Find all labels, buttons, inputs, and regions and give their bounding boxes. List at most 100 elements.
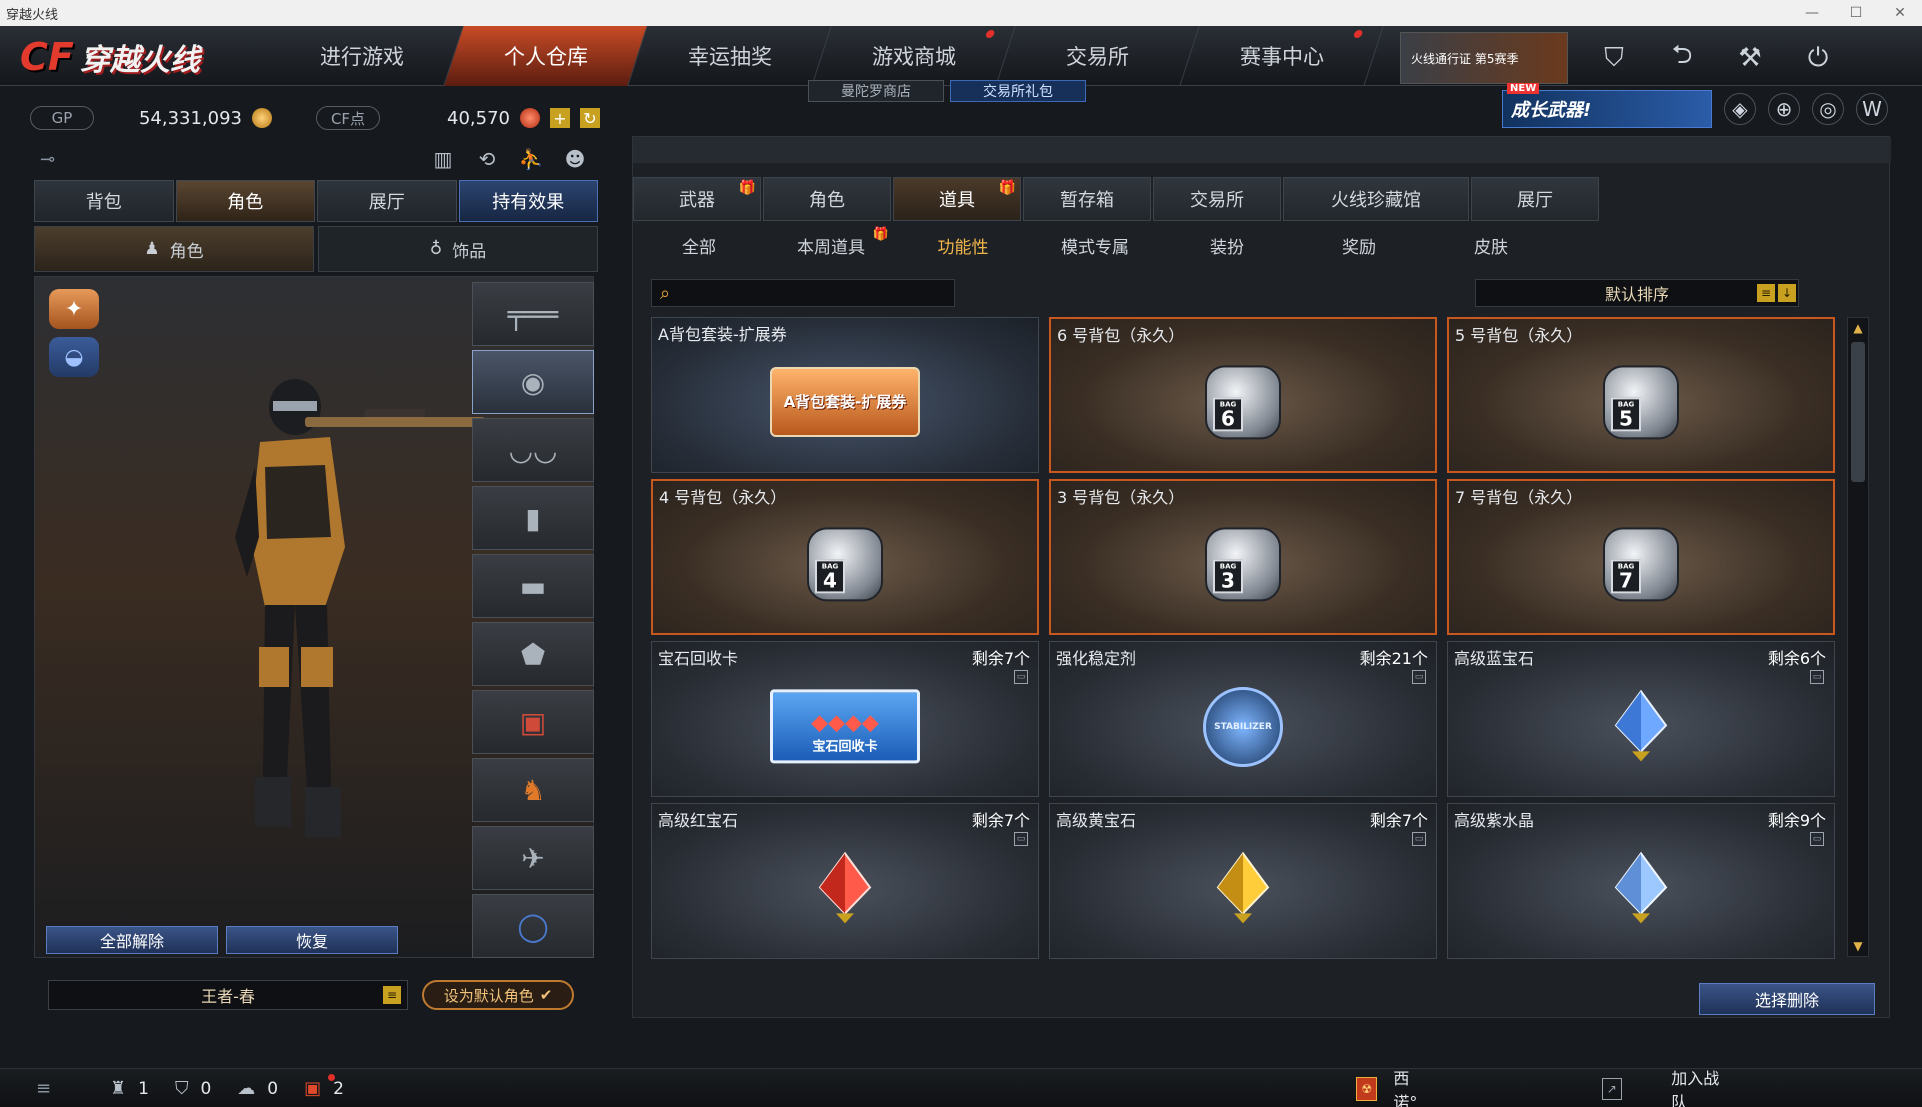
item-card[interactable]: 高级蓝宝石 剩余6个 ▭ xyxy=(1447,641,1835,797)
tab-items[interactable]: 道具 🎁 xyxy=(893,177,1021,221)
item-card[interactable]: 3 号背包（永久） BAG 3 xyxy=(1049,479,1437,635)
menu-icon[interactable]: ≡ xyxy=(36,1078,51,1099)
fox-badge-icon[interactable]: ✦ xyxy=(49,289,99,329)
vip-icon[interactable]: ◈ xyxy=(1724,93,1756,125)
item-card[interactable]: 高级红宝石 剩余7个 ▭ xyxy=(651,803,1039,959)
subtab-all[interactable]: 全部 xyxy=(633,227,765,263)
search-input[interactable]: ⌕ xyxy=(651,279,955,307)
search-icon: ⌕ xyxy=(660,282,671,304)
slot-vest[interactable]: ▬ xyxy=(472,554,594,618)
subnav-mandala-shop[interactable]: 曼陀罗商店 xyxy=(808,80,944,102)
item-card[interactable]: 高级黄宝石 剩余7个 ▭ xyxy=(1049,803,1437,959)
subtab-character[interactable]: ♟ 角色 xyxy=(34,226,314,272)
tab-showroom[interactable]: 展厅 xyxy=(317,180,457,222)
tab-character[interactable]: 角色 xyxy=(175,180,315,222)
set-default-button[interactable]: 设为默认角色 ✔ xyxy=(422,980,574,1010)
pose-icon[interactable]: ⛹ xyxy=(516,144,546,174)
minimize-icon[interactable]: — xyxy=(1790,0,1834,26)
subnav-exchange-pack[interactable]: 交易所礼包 xyxy=(950,80,1086,102)
emote-icon[interactable]: ☻ xyxy=(560,144,590,174)
slot-spray[interactable]: ✈ xyxy=(472,826,594,890)
gift-stat[interactable]: ▣ 2 xyxy=(304,1074,344,1099)
list-icon[interactable]: ≡ xyxy=(1757,284,1775,302)
nav-events[interactable]: 赛事中心 xyxy=(1180,26,1384,86)
tab-exchange[interactable]: 交易所 xyxy=(1153,177,1281,221)
unequip-all-button[interactable]: 全部解除 xyxy=(46,926,218,954)
team-stat[interactable]: ♜ 1 xyxy=(110,1078,149,1099)
growth-weapon-banner[interactable]: NEW 成长武器! xyxy=(1502,83,1712,128)
globe-icon[interactable]: ⊕ xyxy=(1768,93,1800,125)
shield-stat[interactable]: ⛉ 0 xyxy=(175,1078,211,1099)
wrench-icon[interactable]: ⚒ xyxy=(1728,36,1772,80)
nav-play[interactable]: 进行游戏 xyxy=(260,26,464,86)
item-card[interactable]: 5 号背包（永久） BAG 5 xyxy=(1447,317,1835,473)
item-card[interactable]: 7 号背包（永久） BAG 7 xyxy=(1447,479,1835,635)
power-icon[interactable]: ⏻ xyxy=(1796,36,1840,80)
item-card[interactable]: 强化稳定剂 剩余21个 ▭ STABILIZER xyxy=(1049,641,1437,797)
subtab-skins[interactable]: 皮肤 xyxy=(1425,227,1557,263)
refresh-cf-icon[interactable]: ↻ xyxy=(580,108,600,128)
slot-glasses[interactable]: ◡◡ xyxy=(472,418,594,482)
nav-shop[interactable]: 游戏商城 xyxy=(812,26,1016,86)
scroll-thumb[interactable] xyxy=(1851,342,1865,482)
return-icon[interactable]: ⮌ xyxy=(1660,36,1704,80)
item-card[interactable]: 宝石回收卡 剩余7个 ▭ ◆◆◆◆ 宝石回收卡 xyxy=(651,641,1039,797)
game-logo[interactable]: CF 穿越火线 xyxy=(20,32,260,82)
chat-stat[interactable]: ☁ 0 xyxy=(237,1078,278,1099)
join-team-link[interactable]: 加入战队 xyxy=(1671,1065,1728,1107)
tab-held-effects[interactable]: 持有效果 xyxy=(458,180,598,222)
select-delete-button[interactable]: 选择删除 xyxy=(1699,983,1875,1015)
tab-weapons[interactable]: 武器 🎁 xyxy=(633,177,761,221)
slot-badge[interactable]: ◯ xyxy=(472,894,594,958)
clan-name[interactable]: 西诺° xyxy=(1393,1065,1428,1107)
rank-icon[interactable]: ▥ xyxy=(428,144,458,174)
tab-collection[interactable]: 火线珍藏馆 xyxy=(1283,177,1469,221)
list-icon[interactable]: ≡ xyxy=(383,986,401,1004)
slot-card[interactable]: ▣ xyxy=(472,690,594,754)
slot-body[interactable]: ⬟ xyxy=(472,622,594,686)
nav-lottery[interactable]: 幸运抽奖 xyxy=(628,26,832,86)
scroll-up-icon[interactable]: ▲ xyxy=(1850,320,1866,336)
gem-recycle-card-icon: ◆◆◆◆ 宝石回收卡 xyxy=(770,689,920,764)
target-icon[interactable]: ◎ xyxy=(1812,93,1844,125)
slot-weapon[interactable]: ╤══ xyxy=(472,282,594,346)
sort-down-icon[interactable]: ↓ xyxy=(1778,284,1796,302)
tab-storage[interactable]: 暂存箱 xyxy=(1023,177,1151,221)
subtab-weekly[interactable]: 本周道具 🎁 xyxy=(765,227,897,263)
restore-button[interactable]: 恢复 xyxy=(226,926,398,954)
shield-icon[interactable]: ⛉ xyxy=(1592,36,1636,80)
battle-pass-banner[interactable]: 火线通行证 第5赛季 xyxy=(1400,32,1568,84)
scroll-down-icon[interactable]: ▼ xyxy=(1850,938,1866,954)
subtab-mode[interactable]: 模式专属 xyxy=(1029,227,1161,263)
subtab-accessories[interactable]: ♁ 饰品 xyxy=(318,226,598,272)
nav-exchange[interactable]: 交易所 xyxy=(996,26,1200,86)
tab-backpack[interactable]: 背包 xyxy=(34,180,174,222)
sort-select[interactable]: 默认排序 ≡ ↓ xyxy=(1475,279,1799,307)
subtab-rewards[interactable]: 奖励 xyxy=(1293,227,1425,263)
add-cf-button[interactable]: + xyxy=(550,108,570,128)
slot-radio[interactable]: ▮ xyxy=(472,486,594,550)
item-card[interactable]: 4 号背包（永久） BAG 4 xyxy=(651,479,1039,635)
wing-icon[interactable]: W xyxy=(1856,93,1888,125)
rotate-icon[interactable]: ⟲ xyxy=(472,144,502,174)
expand-icon[interactable]: ↗ xyxy=(1601,1077,1622,1100)
slot-headgear[interactable]: ◉ xyxy=(472,350,594,414)
tab-showroom-right[interactable]: 展厅 xyxy=(1471,177,1599,221)
close-icon[interactable]: ✕ xyxy=(1878,0,1922,26)
slot-pet[interactable]: ♞ xyxy=(472,758,594,822)
nav-warehouse[interactable]: 个人仓库 xyxy=(444,26,648,86)
item-card[interactable]: 6 号背包（永久） BAG 6 xyxy=(1049,317,1437,473)
item-card[interactable]: 高级紫水晶 剩余9个 ▭ xyxy=(1447,803,1835,959)
tab-characters[interactable]: 角色 xyxy=(763,177,891,221)
subtab-functional[interactable]: 功能性 xyxy=(897,227,1029,263)
crystal-gem-icon xyxy=(1614,851,1668,924)
mask-badge-icon[interactable]: ◒ xyxy=(49,337,99,377)
item-scrollbar[interactable]: ▲ ▼ xyxy=(1847,317,1869,957)
item-card[interactable]: A背包套装-扩展券 A背包套装-扩展券 xyxy=(651,317,1039,473)
character-name-select[interactable]: 王者-春 ≡ xyxy=(48,980,408,1010)
subtab-outfit[interactable]: 装扮 xyxy=(1161,227,1293,263)
key-icon[interactable]: ⊸ xyxy=(30,149,55,170)
rifle-icon: ╤══ xyxy=(507,297,559,331)
maximize-icon[interactable]: ☐ xyxy=(1834,0,1878,26)
backpack-icon: BAG 7 xyxy=(1603,527,1679,602)
